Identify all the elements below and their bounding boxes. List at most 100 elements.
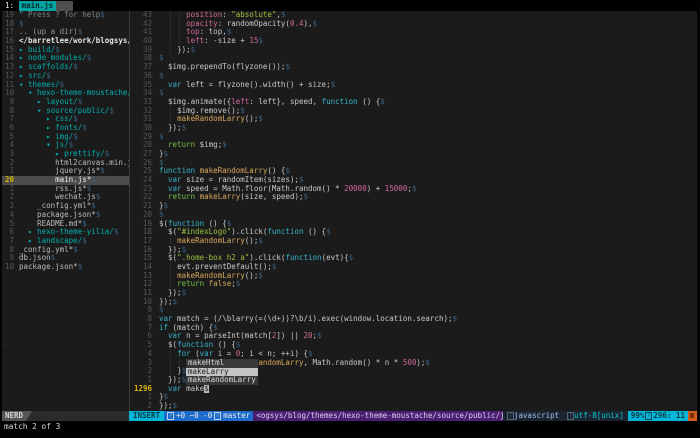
code-row[interactable]: 26$ (130, 159, 697, 168)
tree-row[interactable]: 8_config.yml*$ (2, 246, 129, 255)
code-row[interactable]: 32 ¦ $img.remove();$ (130, 107, 697, 116)
code-row[interactable]: 30 });$ (130, 124, 697, 133)
tree-row[interactable]: 4 ▾ js/$ (2, 141, 129, 150)
tabline-filler (56, 1, 73, 11)
eol-marker: $ (227, 220, 232, 228)
line-number: 33 (130, 98, 152, 107)
tree-row[interactable]: 20 main.js*$ (2, 176, 129, 185)
code-row[interactable]: 41 ¦ ¦ top: top,$ (130, 28, 697, 37)
code-token: var (159, 315, 173, 323)
tree-row[interactable]: 7 ▸ css/$ (2, 115, 129, 124)
code-row[interactable]: 42 ¦ ¦ opacity: randomOpacity(0.4),$ (130, 20, 697, 29)
tree-row[interactable]: 4 package.json*$ (2, 211, 129, 220)
tree-row[interactable]: 18$ (2, 20, 129, 29)
code-row[interactable]: 29$ (130, 133, 697, 142)
code-row[interactable]: 18 $("#indexLogo").click(function () {$ (130, 228, 697, 237)
tree-row[interactable]: 1 jquery.js*$ (2, 167, 129, 176)
editor-panel[interactable]: 43 ¦ ¦ position: "absolute",$42 ¦ ¦ opac… (129, 11, 697, 411)
tree-row[interactable]: 3 _config.yml*$ (2, 202, 129, 211)
code-row[interactable]: 2});$ (130, 402, 697, 411)
tree-row[interactable]: 11▾ themes/$ (2, 81, 129, 90)
buffer-tabline: 1: main.js (2, 1, 697, 11)
code-row[interactable]: 39 ¦ });$ (130, 46, 697, 55)
nerdtree-panel[interactable]: 19" Press ? for help$18$17.. (up a dir)$… (2, 11, 129, 411)
code-row[interactable]: 37 $img.prependTo(flyzone());$ (130, 63, 697, 72)
statusline-endcap-icon (688, 411, 697, 421)
code-row[interactable]: 38$ (130, 54, 697, 63)
tree-row[interactable]: 3 ▸ prettify/$ (2, 150, 129, 159)
tree-row[interactable]: 6 ▸ fonts/$ (2, 124, 129, 133)
tree-row[interactable]: 9db.json$ (2, 254, 129, 263)
code-row[interactable]: 1}$ (130, 393, 697, 402)
completion-item[interactable]: makeRandomLarry (186, 376, 258, 385)
code-row[interactable]: 23 var speed = Math.floor(Math.random() … (130, 185, 697, 194)
code-row[interactable]: 9$ (130, 306, 697, 315)
tree-row[interactable]: 17.. (up a dir)$ (2, 28, 129, 37)
code-row[interactable]: 25function makeRandomLarry() {$ (130, 167, 697, 176)
code-row[interactable]: 13 ¦ makeRandomLarry();$ (130, 272, 697, 281)
code-row[interactable]: 34$ (130, 89, 697, 98)
code-row[interactable]: 35 var left = flyzone().width() + size;$ (130, 81, 697, 90)
code-row[interactable]: 17 ¦ makeRandomLarry();$ (130, 237, 697, 246)
code-row[interactable]: 33 $img.animate({left: left}, speed, fun… (130, 98, 697, 107)
code-token: }); (159, 298, 173, 306)
code-row[interactable]: 21}$ (130, 202, 697, 211)
tree-row[interactable]: 12▸ src/$ (2, 72, 129, 81)
code-token: (match) { (168, 324, 213, 332)
tree-row[interactable]: 15▸ build/$ (2, 46, 129, 55)
code-row[interactable]: 36$ (130, 72, 697, 81)
code-row[interactable]: 22 return makeLarry(size, speed);$ (130, 193, 697, 202)
tree-row[interactable]: 6 ▸ hexo-theme-yilia/$ (2, 228, 129, 237)
line-number: 18 (130, 228, 152, 237)
code-row[interactable]: 5 $(function () {$ (130, 341, 697, 350)
code-row[interactable]: 6 var n = parseInt(match[2]) || 20;$ (130, 332, 697, 341)
eol-marker: $ (213, 324, 218, 332)
tree-row[interactable]: 2 wechat.js$ (2, 193, 129, 202)
tree-row[interactable]: 16</barretlee/work/blogsys/bl (2, 37, 129, 46)
tree-row[interactable]: 14▸ node_modules/$ (2, 54, 129, 63)
tree-row[interactable]: 10package.json*$ (2, 263, 129, 272)
tree-row[interactable]: 10 ▾ hexo-theme-moustache/$ (2, 89, 129, 98)
completion-item[interactable]: makeHtml (186, 359, 258, 368)
tree-entry-label: ▸ hexo-theme-yilia/ (19, 228, 114, 236)
statusline: NERD INSERT ? +0 ~0 -0 ? master <ogsys/b… (2, 411, 697, 421)
code-row[interactable]: 31 ¦ makeRandomLarry();$ (130, 115, 697, 124)
tree-row[interactable]: 7 ▸ landscape/$ (2, 237, 129, 246)
active-buffer-tab[interactable]: main.js (19, 1, 57, 11)
line-number: 4 (2, 211, 14, 220)
completion-popup[interactable]: makeHtmlmakeLarrymakeRandomLarry (186, 359, 258, 385)
code-row[interactable]: 28 return $img;$ (130, 141, 697, 150)
code-row[interactable]: 12 ¦ return false;$ (130, 280, 697, 289)
code-row[interactable]: 10});$ (130, 298, 697, 307)
tree-row[interactable]: 13▸ scaffolds/$ (2, 63, 129, 72)
code-row[interactable]: 20$ (130, 211, 697, 220)
code-row[interactable]: 40 ¦ ¦ left: -size + 15$ (130, 37, 697, 46)
code-row[interactable]: 43 ¦ ¦ position: "absolute",$ (130, 11, 697, 20)
line-number: 8 (2, 107, 14, 116)
code-row[interactable]: 8var match = (/\blarry(=(\d+))?\b/i).exe… (130, 315, 697, 324)
tree-row[interactable]: 8 ▾ source/public/$ (2, 107, 129, 116)
code-row[interactable]: 27}$ (130, 150, 697, 159)
tree-row[interactable]: 19" Press ? for help$ (2, 11, 129, 20)
code-row[interactable]: 4 ¦ for (var i = 0; i < n; ++i) {$ (130, 350, 697, 359)
eol-marker: $ (159, 211, 164, 219)
code-row[interactable]: 1296 var make$ (130, 385, 697, 394)
eol-marker: $ (69, 141, 74, 149)
tree-row[interactable]: 5 README.md*$ (2, 220, 129, 229)
code-row[interactable]: 24 var size = randomItem(sizes);$ (130, 176, 697, 185)
code-token: var (168, 176, 182, 184)
tree-row[interactable]: 2 html2canvas.min.j (2, 159, 129, 168)
eol-marker: $ (105, 150, 110, 158)
code-row[interactable]: 7if (match) {$ (130, 324, 697, 333)
tree-row[interactable]: 5 ▸ img/$ (2, 133, 129, 142)
completion-item[interactable]: makeLarry (186, 368, 258, 377)
tree-row[interactable]: 9 ▸ layout/$ (2, 98, 129, 107)
code-row[interactable]: 14 ¦ evt.preventDefault();$ (130, 263, 697, 272)
code-row[interactable]: 19$(function () {$ (130, 220, 697, 229)
tree-row[interactable]: 1 rss.js*$ (2, 185, 129, 194)
code-row[interactable]: 15 $(".home-box h2 a").click(function(ev… (130, 254, 697, 263)
line-number: 15 (2, 46, 14, 55)
code-row[interactable]: 16 });$ (130, 246, 697, 255)
eol-marker: $ (96, 193, 101, 201)
code-row[interactable]: 11 });$ (130, 289, 697, 298)
